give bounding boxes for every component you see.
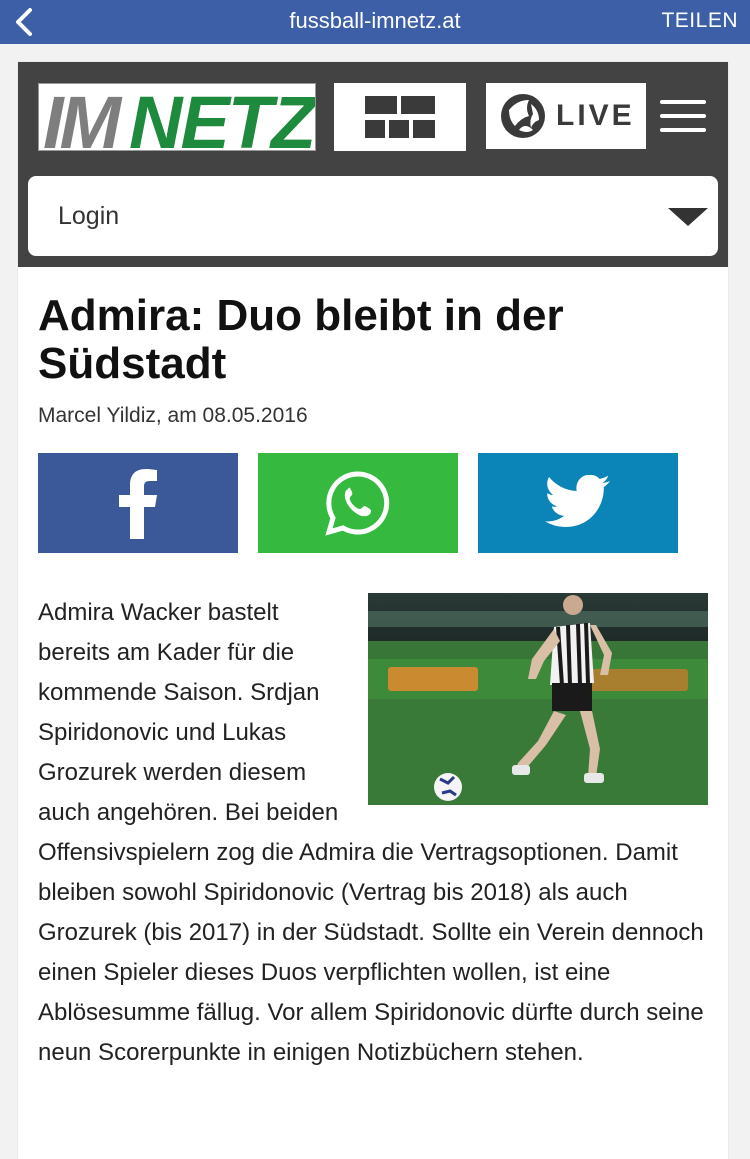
logo-netz: NETZ [129,83,315,151]
twitter-share-button[interactable] [478,453,678,553]
article-photo [368,593,708,805]
site-logo[interactable]: IM NETZ [38,83,316,151]
page-card: IM NETZ LIVE Login Admira: Duo bleibt in… [18,62,728,1159]
facebook-share-button[interactable] [38,453,238,553]
site-header: IM NETZ LIVE Login [18,62,728,267]
facebook-icon [119,469,157,539]
article-byline: Marcel Yildiz, am 08.05.2016 [38,404,308,427]
browser-top-bar: fussball-imnetz.at TEILEN [0,0,750,44]
article-title: Admira: Duo bleibt in der Südstadt [38,291,564,388]
caret-down-icon [668,208,708,226]
live-button[interactable]: LIVE [486,83,646,149]
login-label: Login [58,202,120,230]
hamburger-menu-button[interactable] [660,100,706,134]
football-icon [501,94,545,138]
whatsapp-share-button[interactable] [258,453,458,553]
twitter-icon [545,475,610,528]
logo-im: IM [43,83,121,151]
whatsapp-icon [325,471,390,536]
page-url[interactable]: fussball-imnetz.at [0,8,750,34]
grid-view-button[interactable] [334,83,466,151]
football-player-image [368,593,708,805]
article-body: Admira Wacker bastelt bereits am Kader f… [38,593,708,1073]
share-button[interactable]: TEILEN [661,9,738,33]
login-dropdown[interactable]: Login [28,176,718,256]
live-label: LIVE [556,99,635,132]
